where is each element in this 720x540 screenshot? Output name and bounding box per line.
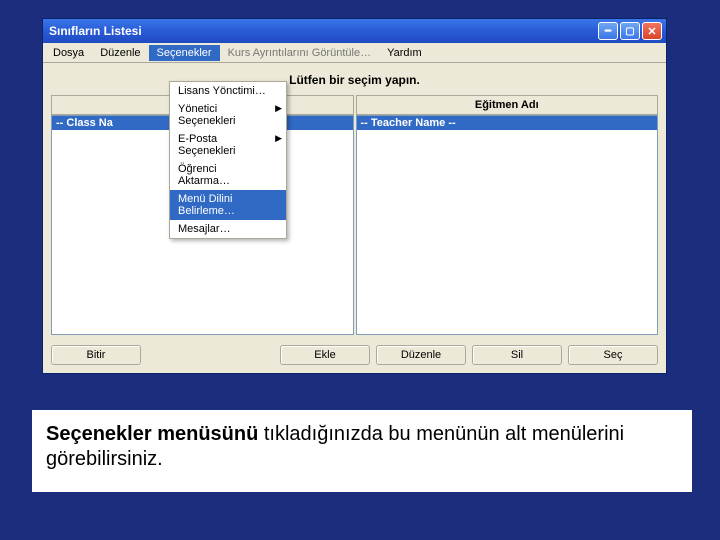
maximize-icon: ▢ xyxy=(625,26,634,37)
dd-admin[interactable]: Yönetici Seçenekleri ▶ xyxy=(170,100,286,130)
edit-button[interactable]: Düzenle xyxy=(376,345,466,365)
dd-email-label: E-Posta Seçenekleri xyxy=(178,133,235,157)
instruction-caption: Seçenekler menüsünü tıkladığınızda bu me… xyxy=(32,410,692,492)
dd-license[interactable]: Lisans Yönctimi… xyxy=(170,82,286,100)
titlebar[interactable]: Sınıfların Listesi ━ ▢ ✕ xyxy=(43,19,666,43)
dd-messages[interactable]: Mesajlar… xyxy=(170,220,286,238)
dd-menu-language[interactable]: Menü Dilini Belirleme… xyxy=(170,190,286,220)
content-area: Lütfen bir seçim yapın. Eğitmen Adı -- C… xyxy=(43,63,666,373)
maximize-button[interactable]: ▢ xyxy=(620,22,640,40)
delete-button[interactable]: Sil xyxy=(472,345,562,365)
buttons-row: Bitir Ekle Düzenle Sil Seç xyxy=(51,345,658,365)
list-area: -- Class Na -- Teacher Name -- xyxy=(51,115,658,335)
chevron-right-icon: ▶ xyxy=(275,103,282,114)
select-button[interactable]: Seç xyxy=(568,345,658,365)
add-button[interactable]: Ekle xyxy=(280,345,370,365)
menu-edit[interactable]: Düzenle xyxy=(92,45,148,61)
dd-admin-label: Yönetici Seçenekleri xyxy=(178,103,235,127)
done-button[interactable]: Bitir xyxy=(51,345,141,365)
teacher-row-selected[interactable]: -- Teacher Name -- xyxy=(357,116,658,130)
close-icon: ✕ xyxy=(647,25,656,38)
menu-course-details[interactable]: Kurs Ayrıntılarını Görüntüle… xyxy=(220,45,379,61)
menu-file[interactable]: Dosya xyxy=(45,45,92,61)
menu-options[interactable]: Seçenekler xyxy=(149,45,220,61)
window-title: Sınıfların Listesi xyxy=(49,24,596,38)
menu-help[interactable]: Yardım xyxy=(379,45,430,61)
options-dropdown: Lisans Yönctimi… Yönetici Seçenekleri ▶ … xyxy=(169,81,287,239)
teacher-list[interactable]: -- Teacher Name -- xyxy=(356,115,659,335)
minimize-button[interactable]: ━ xyxy=(598,22,618,40)
chevron-right-icon: ▶ xyxy=(275,133,282,144)
minimize-icon: ━ xyxy=(605,26,611,37)
app-window: Sınıfların Listesi ━ ▢ ✕ Dosya Düzenle S… xyxy=(42,18,667,374)
menubar: Dosya Düzenle Seçenekler Kurs Ayrıntılar… xyxy=(43,43,666,63)
prompt-text: Lütfen bir seçim yapın. xyxy=(51,69,658,95)
caption-bold: Seçenekler menüsünü xyxy=(46,423,258,445)
close-button[interactable]: ✕ xyxy=(642,22,662,40)
column-header-teacher[interactable]: Eğitmen Adı xyxy=(356,95,659,115)
columns-header: Eğitmen Adı xyxy=(51,95,658,115)
dd-student-transfer[interactable]: Öğrenci Aktarma… xyxy=(170,160,286,190)
dd-email[interactable]: E-Posta Seçenekleri ▶ xyxy=(170,130,286,160)
